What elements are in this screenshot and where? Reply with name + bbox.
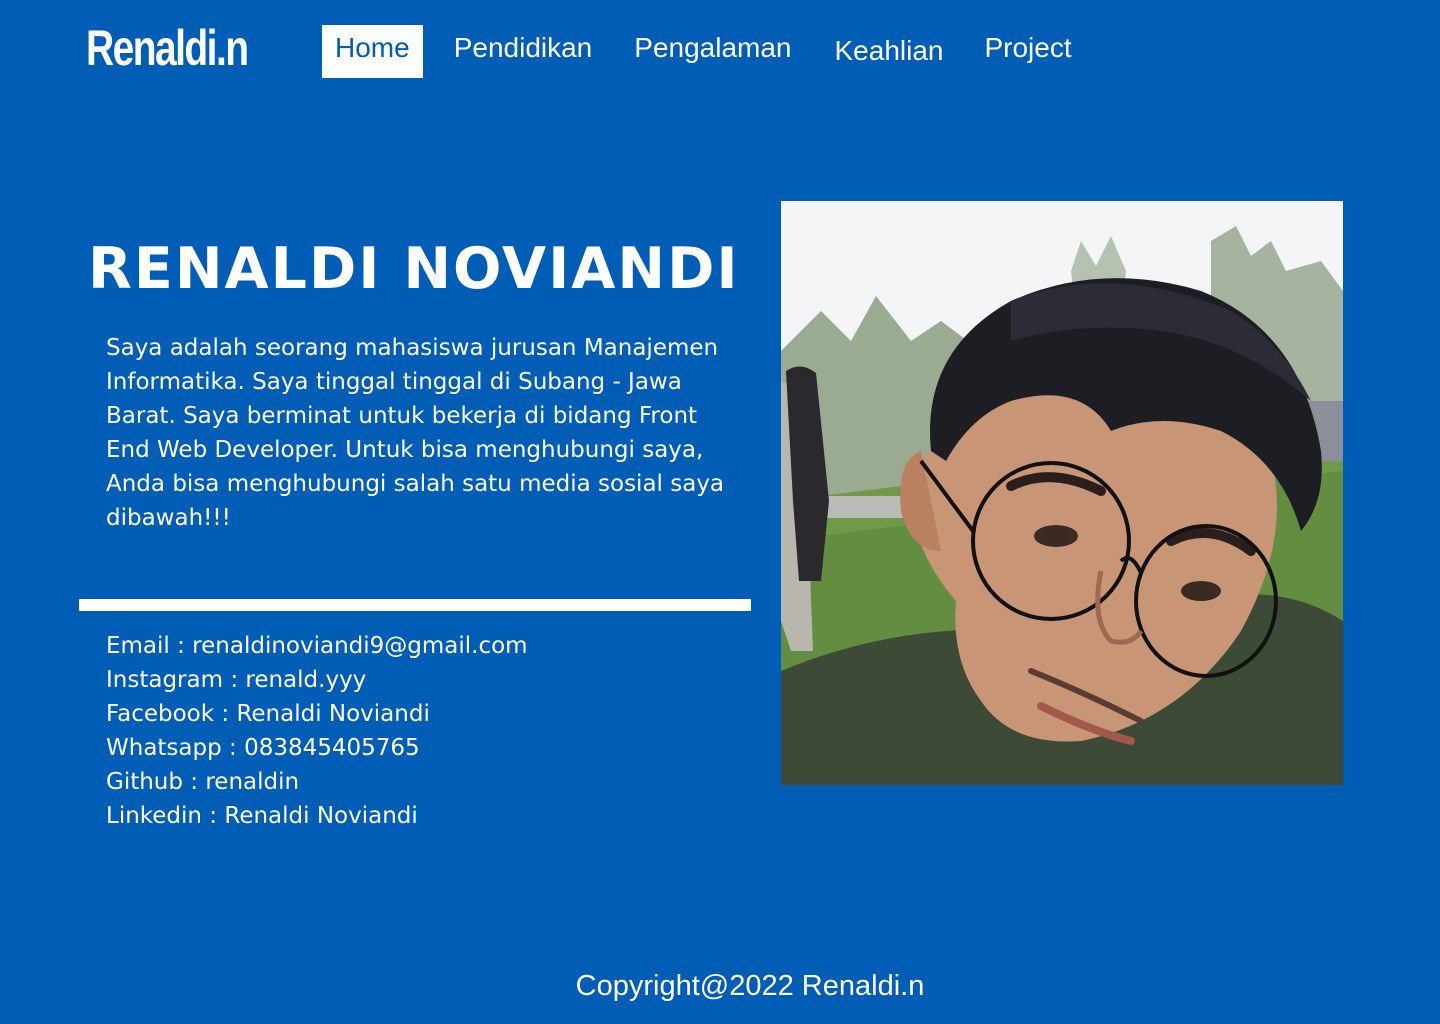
copyright-text: Copyright@2022 Renaldi.n <box>575 970 925 1002</box>
contact-list: Email : renaldinoviandi9@gmail.com Insta… <box>106 629 528 833</box>
main-nav: Home Pendidikan Pengalaman Keahlian Proj… <box>322 25 1072 78</box>
contact-facebook[interactable]: Facebook : Renaldi Noviandi <box>106 697 528 731</box>
page-title: RENALDI NOVIANDI <box>88 236 740 302</box>
site-logo[interactable]: Renaldi.n <box>86 18 249 78</box>
nav-item-pendidikan[interactable]: Pendidikan <box>454 25 593 71</box>
portfolio-page: Renaldi.n Home Pendidikan Pengalaman Kea… <box>0 0 1440 1024</box>
contact-linkedin[interactable]: Linkedin : Renaldi Noviandi <box>106 799 528 833</box>
contact-instagram[interactable]: Instagram : renald.yyy <box>106 663 528 697</box>
site-footer: Copyright@2022 Renaldi.n <box>0 966 1440 1006</box>
section-divider <box>79 599 751 611</box>
contact-email[interactable]: Email : renaldinoviandi9@gmail.com <box>106 629 528 663</box>
bio-paragraph: Saya adalah seorang mahasiswa jurusan Ma… <box>106 335 725 531</box>
nav-item-keahlian[interactable]: Keahlian <box>835 28 944 74</box>
nav-item-home[interactable]: Home <box>322 25 423 78</box>
contact-github[interactable]: Github : renaldin <box>106 765 528 799</box>
nav-item-project[interactable]: Project <box>984 25 1071 71</box>
nav-item-pengalaman[interactable]: Pengalaman <box>634 25 791 71</box>
contact-whatsapp[interactable]: Whatsapp : 083845405765 <box>106 731 528 765</box>
profile-photo <box>781 201 1343 785</box>
profile-photo-illustration <box>781 201 1343 785</box>
